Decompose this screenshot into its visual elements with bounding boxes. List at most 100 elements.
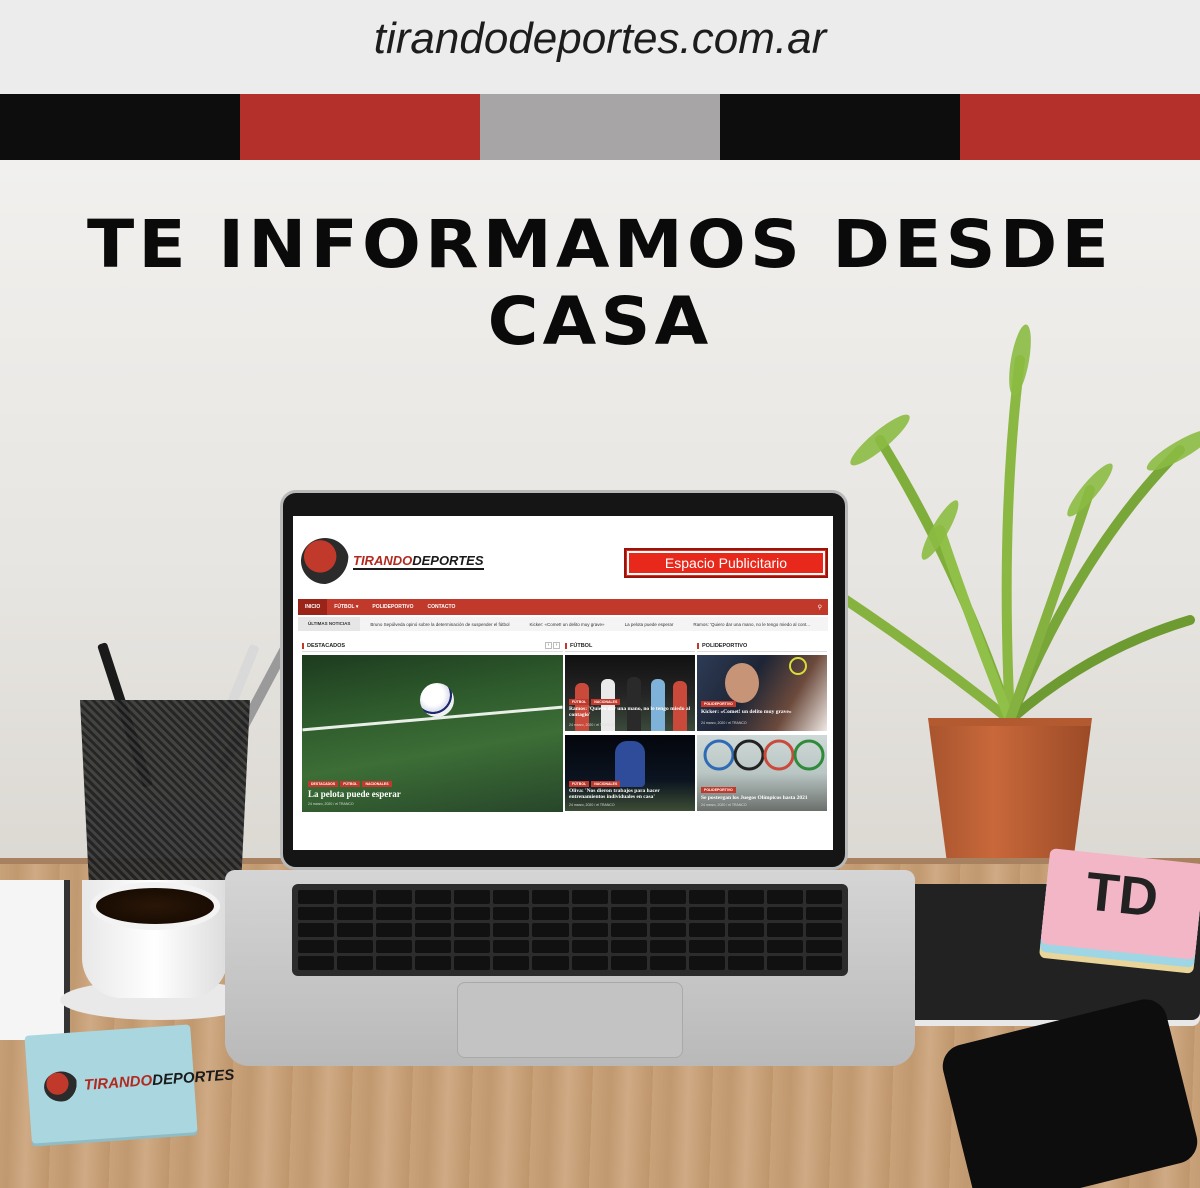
website-nav: INICIO FÚTBOL ▾ POLIDEPORTIVO CONTACTO ⚲ xyxy=(298,599,828,615)
next-arrow-icon[interactable]: › xyxy=(553,642,560,649)
prev-arrow-icon[interactable]: ‹ xyxy=(545,642,552,649)
keyboard-key xyxy=(766,906,803,921)
ad-banner[interactable]: Espacio Publicitario xyxy=(624,548,828,578)
stripe-1 xyxy=(0,94,240,160)
keyboard-key xyxy=(688,956,725,970)
stripe-5 xyxy=(960,94,1200,160)
memo-pad-letters: TD xyxy=(1083,861,1161,929)
ticker-item[interactable]: Bruno Sepúlveda opinó sobre la determina… xyxy=(360,622,519,627)
tag[interactable]: FÚTBOL xyxy=(569,699,590,705)
sticky-logo-text: TIRANDODEPORTES xyxy=(83,1065,235,1094)
plant-pot xyxy=(928,718,1092,868)
keyboard-key xyxy=(532,923,569,937)
keyboard-key xyxy=(532,906,569,921)
nav-item-contacto[interactable]: CONTACTO xyxy=(421,599,463,615)
search-icon[interactable]: ⚲ xyxy=(818,604,828,611)
post-card[interactable]: POLIDEPORTIVO Kicker: «Comet! un delito … xyxy=(697,655,827,731)
keyboard-key xyxy=(376,939,413,954)
nav-item-futbol[interactable]: FÚTBOL ▾ xyxy=(327,599,365,615)
sticky-pad: TIRANDODEPORTES xyxy=(24,1024,235,1144)
post-title[interactable]: Kicker: «Comet! un delito muy grave» xyxy=(701,709,823,715)
keyboard-key xyxy=(493,906,530,921)
keyboard-key xyxy=(610,956,647,970)
featured-post[interactable]: DESTACADOS FÚTBOL NACIONALES La pelota p… xyxy=(302,655,563,812)
keyboard-key xyxy=(610,923,647,937)
keyboard-key xyxy=(337,939,374,954)
keyboard-key xyxy=(649,939,686,954)
color-stripes xyxy=(0,94,1200,160)
laptop-screen: TIRANDODEPORTES Espacio Publicitario INI… xyxy=(293,516,833,850)
ticker-item[interactable]: La pelota puede esperar xyxy=(615,622,684,627)
website-logo-text: TIRANDODEPORTES xyxy=(353,552,484,570)
section-title-polideportivo: POLIDEPORTIVO xyxy=(697,643,747,649)
post-tags: POLIDEPORTIVO xyxy=(701,787,736,793)
post-title[interactable]: Se postergan los Juegos Olímpicos hasta … xyxy=(701,795,823,801)
website-header: TIRANDODEPORTES Espacio Publicitario xyxy=(293,516,833,600)
keyboard-key xyxy=(571,890,608,904)
post-meta: 24 marzo, 2020 / el TRANCO xyxy=(569,803,615,807)
keyboard-key xyxy=(727,906,764,921)
keyboard-key xyxy=(766,956,803,970)
keyboard-key xyxy=(376,890,413,904)
stripe-2 xyxy=(240,94,480,160)
tag[interactable]: NACIONALES xyxy=(362,781,392,787)
post-card[interactable]: POLIDEPORTIVO Se postergan los Juegos Ol… xyxy=(697,735,827,811)
keyboard-key xyxy=(454,956,491,970)
post-title[interactable]: Ramos: 'Quiero dar una mano, no le tengo… xyxy=(569,706,691,718)
ticker-item[interactable]: Ramos: 'Quiero dar una mano, no le tengo… xyxy=(683,622,820,627)
keyboard-key xyxy=(727,923,764,937)
keyboard-key xyxy=(688,890,725,904)
news-ticker: ÚLTIMAS NOTICIAS Bruno Sepúlveda opinó s… xyxy=(298,617,828,631)
tag[interactable]: POLIDEPORTIVO xyxy=(701,701,736,707)
memo-pad: TD xyxy=(1040,848,1200,960)
player-figure xyxy=(627,677,641,731)
tag[interactable]: DESTACADOS xyxy=(308,781,339,787)
keyboard-key xyxy=(571,956,608,970)
keyboard-key xyxy=(337,923,374,937)
section-divider xyxy=(565,651,695,652)
keyboard-key xyxy=(454,923,491,937)
keyboard-key xyxy=(805,890,842,904)
keyboard-key xyxy=(805,923,842,937)
post-card[interactable]: FÚTBOL NACIONALES Oliva: 'Nos dieron tra… xyxy=(565,735,695,811)
section-title-destacados: DESTACADOS xyxy=(302,643,345,649)
keyboard-key xyxy=(649,923,686,937)
keyboard-key xyxy=(571,923,608,937)
ticker-label: ÚLTIMAS NOTICIAS xyxy=(298,617,361,631)
featured-tags: DESTACADOS FÚTBOL NACIONALES xyxy=(308,781,392,787)
tag[interactable]: POLIDEPORTIVO xyxy=(701,787,736,793)
tag[interactable]: FÚTBOL xyxy=(340,781,361,787)
post-card[interactable]: FÚTBOL NACIONALES Ramos: 'Quiero dar una… xyxy=(565,655,695,731)
keyboard-key xyxy=(532,890,569,904)
keyboard-key xyxy=(298,923,335,937)
ticker-item[interactable]: Kicker: «Comet! un delito muy grave» xyxy=(520,622,615,627)
keyboard-key xyxy=(376,956,413,970)
tag[interactable]: NACIONALES xyxy=(591,781,621,787)
nav-item-polideportivo[interactable]: POLIDEPORTIVO xyxy=(365,599,420,615)
post-tags: POLIDEPORTIVO xyxy=(701,701,736,707)
keyboard-key xyxy=(337,956,374,970)
nav-item-inicio[interactable]: INICIO xyxy=(298,599,328,615)
keyboard-key xyxy=(649,906,686,921)
keyboard-key xyxy=(649,956,686,970)
keyboard-key xyxy=(727,890,764,904)
logo-mark-icon xyxy=(43,1070,80,1103)
keyboard-key xyxy=(454,890,491,904)
trackpad[interactable] xyxy=(457,982,683,1058)
featured-title[interactable]: La pelota puede esperar xyxy=(308,789,401,799)
soccer-ball-icon xyxy=(420,683,454,717)
website-logo[interactable]: TIRANDODEPORTES xyxy=(301,538,484,584)
keyboard-key xyxy=(454,939,491,954)
section-divider xyxy=(697,651,827,652)
keyboard-key xyxy=(493,923,530,937)
site-url: tirandodeportes.com.ar xyxy=(373,14,827,63)
player-figure xyxy=(651,679,665,731)
featured-meta: 24 marzo, 2020 / el TRANCO xyxy=(308,802,354,806)
keyboard-key xyxy=(376,906,413,921)
tag[interactable]: NACIONALES xyxy=(591,699,621,705)
post-title[interactable]: Oliva: 'Nos dieron trabajos para hacer e… xyxy=(569,788,691,800)
slider-controls: ‹ › xyxy=(545,642,560,649)
tag[interactable]: FÚTBOL xyxy=(569,781,590,787)
racket-icon xyxy=(789,657,807,675)
keyboard-key xyxy=(493,890,530,904)
